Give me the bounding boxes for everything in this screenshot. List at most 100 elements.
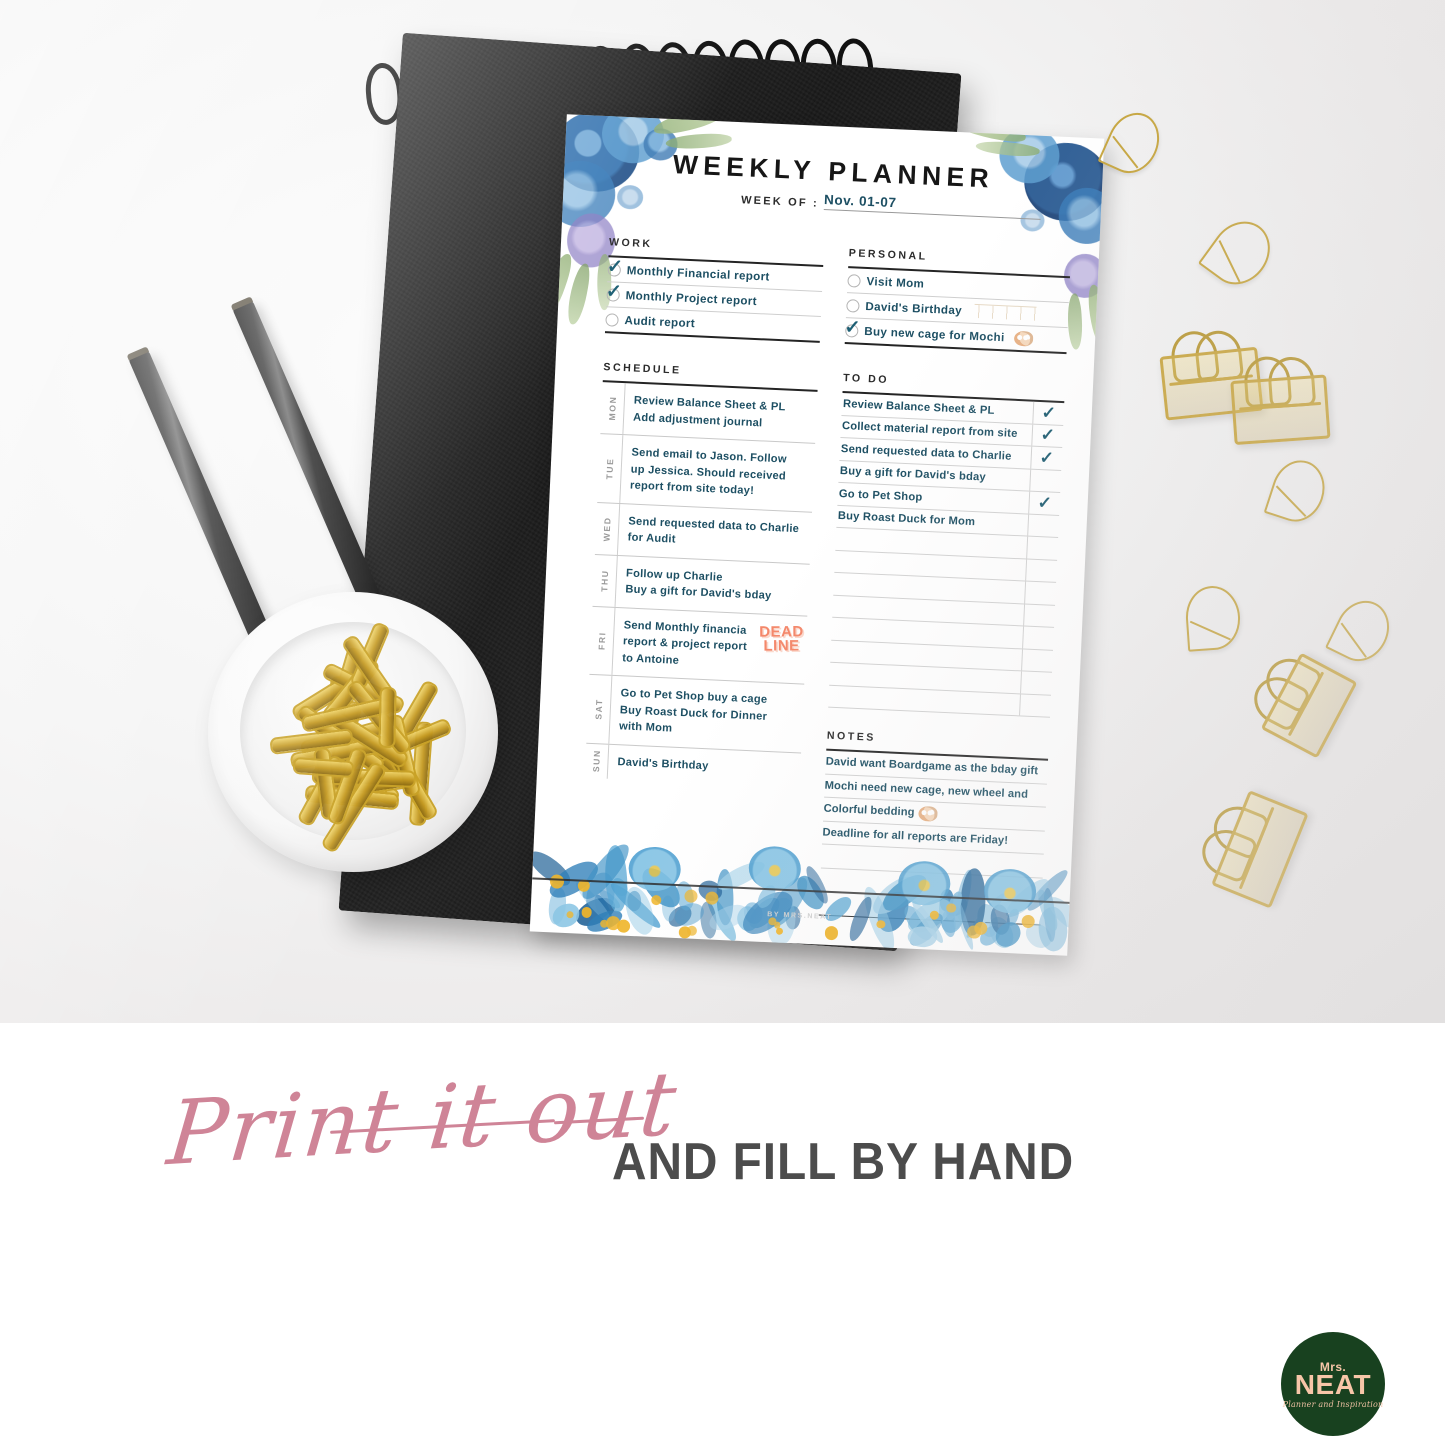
todo-checkbox[interactable] bbox=[1026, 537, 1058, 560]
checkbox-circle[interactable] bbox=[847, 274, 861, 288]
floral-bud bbox=[876, 920, 885, 929]
schedule-day-entry[interactable]: Go to Pet Shop buy a cage Buy Roast Duck … bbox=[609, 676, 804, 752]
floral-leaf bbox=[715, 856, 768, 897]
schedule-day-entry[interactable]: Follow up Charlie Buy a gift for David's … bbox=[616, 555, 810, 615]
todo-table: Review Balance Sheet & PL ✓ Collect materi… bbox=[828, 391, 1064, 718]
todo-label: Go to Pet Shop bbox=[838, 488, 1029, 509]
checklist-label: David's Birthday bbox=[865, 299, 962, 316]
floral-leaf bbox=[552, 902, 581, 928]
todo-label bbox=[836, 539, 1027, 548]
todo-check-icon[interactable]: ✓ bbox=[1028, 492, 1060, 515]
checkbox-circle[interactable] bbox=[605, 313, 619, 327]
todo-checkbox[interactable] bbox=[1020, 671, 1052, 694]
todo-checkbox[interactable] bbox=[1022, 626, 1054, 649]
schedule-day-entry[interactable]: Send email to Jason. Follow up Jessica. S… bbox=[620, 435, 815, 511]
pencil bbox=[232, 300, 390, 625]
note-text: David want Boardgame as the bday gift bbox=[825, 756, 1038, 778]
checklist-label: Buy new cage for Mochi bbox=[864, 324, 1005, 343]
todo-label: Review Balance Sheet & PL bbox=[842, 398, 1033, 419]
floral-leaf bbox=[626, 890, 643, 912]
floral-leaf bbox=[767, 897, 795, 945]
check-icon: ✓ bbox=[844, 318, 861, 339]
todo-checkbox[interactable] bbox=[1029, 469, 1061, 492]
floral-bud bbox=[566, 911, 573, 918]
todo-checkbox[interactable] bbox=[1024, 581, 1056, 604]
binder-clip bbox=[1241, 647, 1354, 758]
schedule-day-entry[interactable]: Review Balance Sheet & PL Add adjustment … bbox=[623, 383, 817, 443]
schedule-day-entry[interactable]: Send requested data to Charlie for Audit bbox=[618, 504, 812, 564]
birthday-bunting-sticker bbox=[974, 304, 1037, 321]
floral-bud bbox=[974, 922, 988, 936]
floral-bud bbox=[687, 925, 697, 935]
todo-checkbox[interactable] bbox=[1019, 694, 1051, 717]
floral-leaf bbox=[572, 891, 619, 933]
todo-checkbox[interactable] bbox=[1023, 604, 1055, 627]
floral-leaf bbox=[695, 875, 725, 905]
personal-heading: PERSONAL bbox=[849, 247, 1071, 269]
work-list: ✓ Monthly Financial report ✓ Monthly Projec… bbox=[605, 255, 823, 343]
todo-label bbox=[831, 651, 1022, 660]
todo-checkbox[interactable] bbox=[1027, 514, 1059, 537]
schedule-row[interactable]: TUE Send email to Jason. Follow up Jessica… bbox=[597, 434, 815, 512]
schedule-day-label: WED bbox=[595, 502, 620, 554]
schedule-day-label: TUE bbox=[597, 434, 623, 502]
schedule-day-entry[interactable]: David's Birthday bbox=[608, 744, 801, 787]
floral-leaf bbox=[601, 845, 630, 914]
floral-leaf bbox=[608, 875, 632, 899]
floral-flower bbox=[628, 846, 682, 892]
todo-check-icon[interactable]: ✓ bbox=[1031, 424, 1063, 447]
schedule-day-label: THU bbox=[593, 554, 618, 606]
floral-bud bbox=[684, 889, 698, 903]
check-icon: ✓ bbox=[605, 282, 622, 303]
week-of-label: WEEK OF : bbox=[741, 194, 819, 210]
checklist-label: Audit report bbox=[624, 314, 695, 330]
floral-bud bbox=[651, 895, 661, 905]
floral-bud bbox=[600, 919, 608, 927]
floral-leaf bbox=[659, 894, 676, 921]
schedule-line: David's Birthday bbox=[617, 754, 801, 779]
floral-leaf bbox=[906, 923, 939, 950]
floral-leaf bbox=[606, 880, 665, 932]
fill-by-hand-caption: AND FILL BY HAND bbox=[612, 1132, 1074, 1192]
checklist-label: Monthly Project report bbox=[625, 289, 757, 308]
work-heading: WORK bbox=[609, 236, 824, 258]
floral-bud bbox=[577, 879, 590, 892]
floral-leaf bbox=[755, 882, 778, 911]
floral-flower bbox=[748, 845, 802, 891]
checkbox-circle[interactable] bbox=[846, 299, 860, 313]
logo-tagline: Planner and Inspiration bbox=[1283, 1400, 1384, 1409]
todo-checkbox[interactable] bbox=[1021, 649, 1053, 672]
floral-bud bbox=[679, 926, 691, 938]
floral-bud bbox=[705, 891, 719, 905]
schedule-day-label: SUN bbox=[585, 743, 610, 779]
binder-clip bbox=[1229, 353, 1325, 455]
note-text: Mochi need new cage, new wheel and bbox=[824, 779, 1028, 800]
todo-check-icon[interactable]: ✓ bbox=[1030, 447, 1062, 470]
weekly-planner-sheet: WEEKLY PLANNER WEEK OF : Nov. 01-07 WORK… bbox=[530, 114, 1105, 956]
week-of-value[interactable]: Nov. 01-07 bbox=[824, 192, 1042, 220]
floral-leaf bbox=[992, 920, 1024, 950]
ceramic-dish bbox=[208, 592, 498, 872]
guinea-pig-sticker bbox=[918, 806, 938, 822]
floral-bud bbox=[774, 922, 781, 929]
floral-leaf bbox=[572, 879, 615, 925]
floral-leaf bbox=[763, 872, 813, 934]
todo-label bbox=[832, 629, 1023, 638]
todo-label: Collect material report from site bbox=[841, 420, 1032, 441]
floral-leaf bbox=[664, 903, 695, 930]
floral-leaf bbox=[585, 905, 625, 937]
planner-title: WEEKLY PLANNER bbox=[564, 144, 1103, 199]
floral-bud bbox=[967, 925, 981, 939]
schedule-day-label: SAT bbox=[586, 675, 612, 743]
floral-leaf bbox=[544, 853, 602, 906]
teardrop-clip bbox=[1264, 453, 1333, 528]
checklist-label: Visit Mom bbox=[866, 274, 924, 290]
floral-bud bbox=[825, 926, 839, 940]
schedule-row[interactable]: SAT Go to Pet Shop buy a cage Buy Roast Du… bbox=[586, 675, 804, 753]
schedule-row[interactable]: FRI Send Monthly financia report & project… bbox=[589, 606, 807, 684]
todo-label: Buy a gift for David's bday bbox=[839, 465, 1030, 486]
floral-leaf bbox=[1041, 888, 1058, 943]
todo-label bbox=[833, 606, 1024, 615]
todo-checkbox[interactable] bbox=[1025, 559, 1057, 582]
todo-check-icon[interactable]: ✓ bbox=[1032, 402, 1064, 425]
